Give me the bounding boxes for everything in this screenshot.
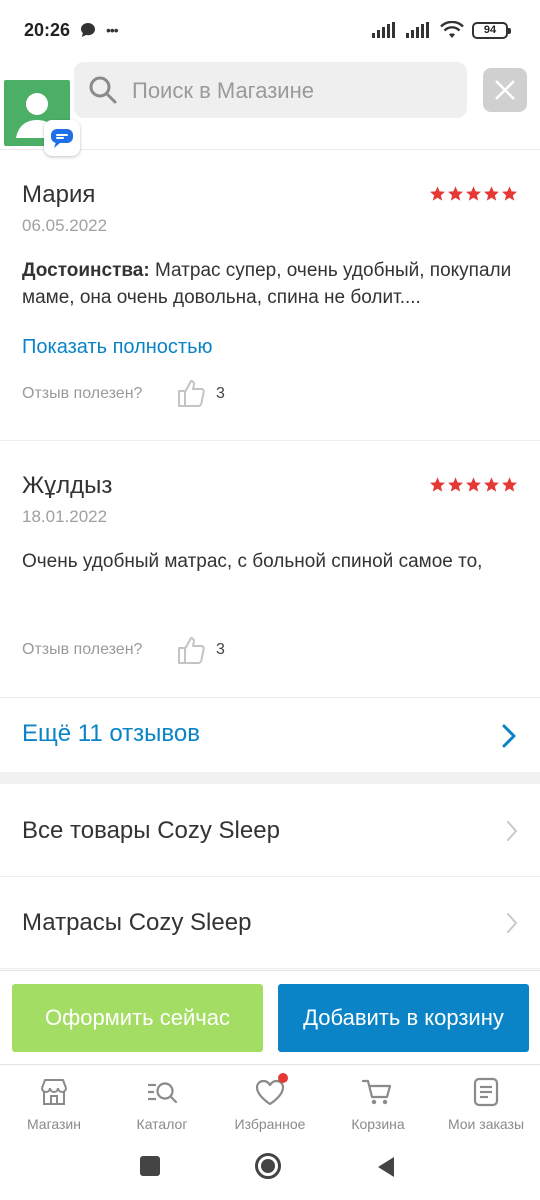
thumbs-up-icon[interactable] [176,634,208,666]
rating-stars [429,476,518,493]
search-placeholder: Поиск в Магазине [132,78,314,103]
nav-item-cart[interactable]: Корзина [324,1065,432,1142]
star-icon [484,477,499,492]
review-text: Достоинства: Матрас супер, очень удобный… [22,257,512,311]
nav-label: Мои заказы [447,1116,525,1132]
more-notifications-icon: ••• [106,22,119,38]
star-icon [484,186,499,201]
chevron-right-icon [502,724,516,748]
more-reviews-link[interactable]: Ещё 11 отзывов [0,698,540,772]
nav-item-orders[interactable]: Мои заказы [432,1065,540,1142]
review-author: Жұлдыз [22,472,113,499]
helpful-label: Отзыв полезен? [22,641,143,658]
rating-stars [429,185,518,202]
review-date: 18.01.2022 [22,507,108,526]
star-icon [466,186,481,201]
nav-label: Корзина [351,1116,405,1132]
review-date: 06.05.2022 [22,216,108,235]
signal-icon-2 [406,22,429,38]
shop-icon [41,1079,67,1105]
signal-icon [372,22,395,38]
nav-item-favorites[interactable]: Избранное [216,1065,324,1142]
chevron-right-icon [507,821,517,841]
close-icon [495,80,515,100]
system-nav [0,1142,540,1200]
catalog-icon [148,1082,178,1104]
review-card: Мария 06.05.2022 Достоинства: Матрас суп… [0,151,540,441]
star-icon [430,186,445,201]
message-icon [51,129,73,148]
nav-item-catalog[interactable]: Каталог [108,1065,216,1142]
link-row-mattresses[interactable]: Матрасы Cozy Sleep [0,877,540,969]
recents-button[interactable] [140,1156,160,1176]
chevron-right-icon [507,913,517,933]
nav-label: Магазин [26,1116,81,1132]
search-header: Поиск в Магазине [0,62,540,156]
add-to-cart-button[interactable]: Добавить в корзину [278,984,529,1052]
link-row-label: Матрасы Cozy Sleep [22,909,252,936]
review-author: Мария [22,181,96,208]
notification-dot [278,1073,288,1083]
battery-indicator: 94 [472,21,511,39]
nav-label: Избранное [234,1116,306,1132]
helpful-count: 3 [216,385,225,402]
bottom-nav: Магазин Каталог Избранное Корзина Мои за… [0,1064,540,1142]
status-notifications: ••• [80,22,119,38]
cart-icon [361,1079,392,1105]
thumbs-up-icon[interactable] [176,377,208,409]
review-pros-label: Достоинства: [22,260,150,281]
star-icon [430,477,445,492]
more-reviews-label: Ещё 11 отзывов [22,720,200,747]
search-input[interactable]: Поиск в Магазине [74,62,467,118]
close-button[interactable] [483,68,527,112]
star-icon [466,477,481,492]
helpful-count: 3 [216,641,225,658]
chat-bubble-icon [81,23,95,37]
buy-now-button[interactable]: Оформить сейчас [12,984,263,1052]
avatar[interactable] [4,80,80,156]
link-row-all-products[interactable]: Все товары Cozy Sleep [0,785,540,877]
status-right: 94 [372,21,511,39]
wifi-icon [440,21,464,38]
show-full-link[interactable]: Показать полностью [22,336,213,359]
nav-label: Каталог [136,1116,188,1132]
back-icon[interactable] [376,1155,396,1179]
status-bar: 20:26 ••• 94 [0,0,540,62]
section-divider [0,772,540,784]
star-icon [448,186,463,201]
star-icon [502,186,517,201]
search-icon [89,76,117,104]
star-icon [502,477,517,492]
orders-icon [473,1077,499,1107]
star-icon [448,477,463,492]
helpful-label: Отзыв полезен? [22,385,143,402]
review-card: Жұлдыз 18.01.2022 Очень удобный матрас, … [0,442,540,698]
nav-item-shop[interactable]: Магазин [0,1065,108,1142]
action-bar: Оформить сейчас Добавить в корзину [0,970,540,1064]
review-text: Очень удобный матрас, с больной спиной с… [22,551,483,572]
home-button[interactable] [255,1153,281,1179]
status-time: 20:26 [24,20,71,40]
link-row-label: Все товары Cozy Sleep [22,817,280,844]
